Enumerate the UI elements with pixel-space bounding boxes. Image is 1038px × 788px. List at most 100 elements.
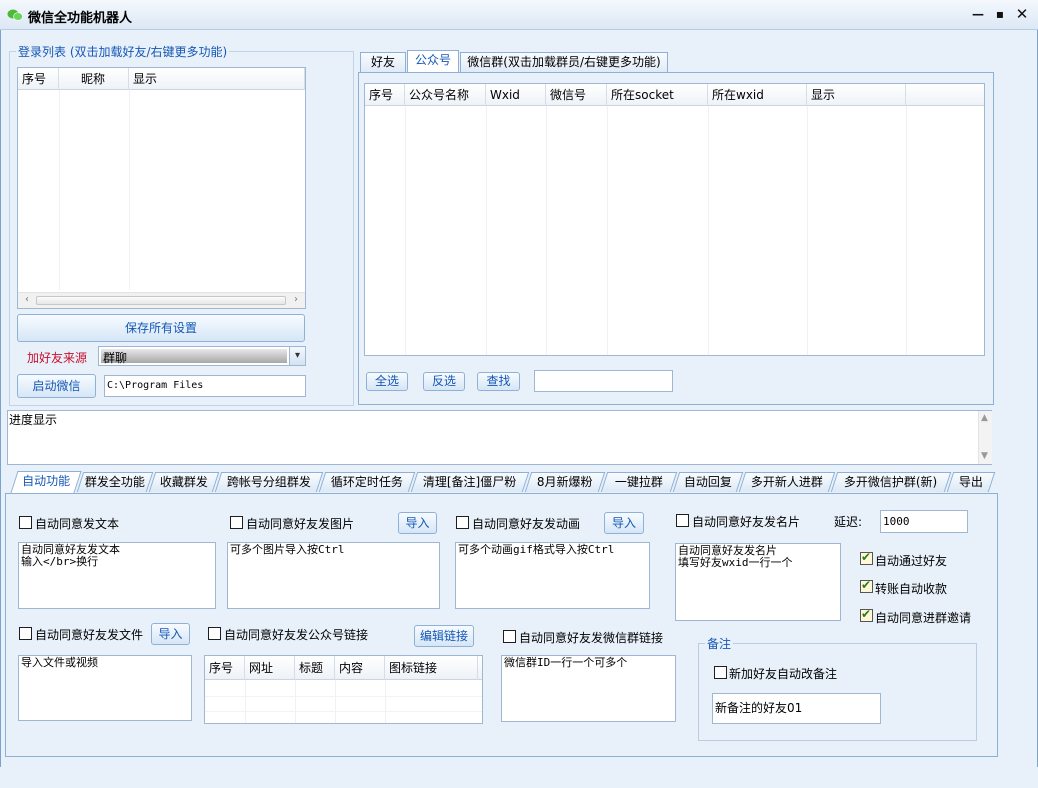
friend-source-value: 群聊 <box>103 351 128 365</box>
delay-input[interactable]: 1000 <box>880 510 968 533</box>
login-col-display[interactable]: 显示 <box>129 68 305 90</box>
chevron-down-icon[interactable]: ▾ <box>289 347 305 365</box>
function-tabs: 自动功能 群发全功能 收藏群发 跨帐号分组群发 循环定时任务 清理[备注]僵尸粉… <box>10 471 1000 494</box>
auto-image-textarea[interactable]: 可多个图片导入按Ctrl <box>227 542 440 609</box>
auto-text-label: 自动同意发文本 <box>35 517 120 531</box>
invert-selection-button[interactable]: 反选 <box>423 372 465 391</box>
auto-group-link-checkbox[interactable] <box>503 630 516 643</box>
maximize-icon[interactable]: ▪ <box>990 5 1010 23</box>
oa-col-name[interactable]: 公众号名称 <box>405 84 486 106</box>
tab-one-click-group[interactable]: 一键拉群 <box>600 472 678 492</box>
save-all-settings-button[interactable]: 保存所有设置 <box>17 314 305 342</box>
auto-invite-checkbox[interactable] <box>860 607 873 622</box>
import-file-button[interactable]: 导入 <box>151 623 190 645</box>
login-col-index[interactable]: 序号 <box>18 68 59 90</box>
tab-august-boost[interactable]: 8月新爆粉 <box>524 472 606 492</box>
start-wechat-button[interactable]: 启动微信 <box>17 374 96 398</box>
auto-text-checkbox[interactable] <box>19 516 32 529</box>
auto-image-label: 自动同意好友发图片 <box>246 517 355 531</box>
link-col-icon-link[interactable]: 图标链接 <box>385 656 478 680</box>
oa-list-header: 序号 公众号名称 Wxid 微信号 所在socket 所在wxid 显示 <box>365 84 984 106</box>
progress-box[interactable]: 进度显示 ▲ ▼ <box>7 410 992 465</box>
close-icon[interactable]: ✕ <box>1012 5 1032 23</box>
auto-pass-label: 自动通过好友 <box>875 554 948 568</box>
official-accounts-listview[interactable]: 序号 公众号名称 Wxid 微信号 所在socket 所在wxid 显示 <box>364 83 985 356</box>
friend-source-select[interactable]: 群聊 ▾ <box>98 346 306 366</box>
auto-anim-checkbox[interactable] <box>456 516 469 529</box>
auto-image-checkbox[interactable] <box>230 516 243 529</box>
auto-file-label: 自动同意好友发文件 <box>35 628 144 642</box>
login-col-nick[interactable]: 昵称 <box>59 68 129 90</box>
auto-file-checkbox[interactable] <box>19 627 32 640</box>
import-image-button[interactable]: 导入 <box>398 512 437 534</box>
tab-mass-send[interactable]: 群发全功能 <box>76 472 154 492</box>
link-col-index[interactable]: 序号 <box>205 656 245 680</box>
tab-loop-tasks[interactable]: 循环定时任务 <box>318 472 416 492</box>
auto-pass-checkbox[interactable] <box>860 550 873 565</box>
select-all-button[interactable]: 全选 <box>366 372 408 391</box>
auto-invite-label: 自动同意进群邀请 <box>875 611 972 625</box>
auto-link-label: 自动同意好友发公众号链接 <box>224 628 369 642</box>
progress-vscrollbar[interactable]: ▲ ▼ <box>978 411 992 464</box>
auto-card-textarea[interactable]: 自动同意好友发名片 填写好友wxid一行一个 <box>675 543 841 621</box>
tab-groups[interactable]: 微信群(双击加载群员/右键更多功能) <box>460 52 668 72</box>
login-hscrollbar[interactable]: ‹ › <box>18 292 305 308</box>
oa-col-display[interactable]: 显示 <box>807 84 906 106</box>
remark-input[interactable]: 新备注的好友01 <box>712 693 881 724</box>
tab-auto-reply[interactable]: 自动回复 <box>672 472 744 492</box>
auto-group-link-textarea[interactable]: 微信群ID一行一个可多个 <box>501 655 676 722</box>
delay-label: 延迟: <box>834 515 863 529</box>
tab-auto-functions[interactable]: 自动功能 <box>10 471 82 493</box>
auto-card-checkbox[interactable] <box>676 514 689 527</box>
friend-source-label: 加好友来源 <box>27 351 88 365</box>
scroll-down-icon[interactable]: ▼ <box>981 451 988 461</box>
link-listview[interactable]: 序号 网址 标题 内容 图标链接 <box>204 655 483 724</box>
contacts-tabs: 好友 公众号 微信群(双击加载群员/右键更多功能) <box>360 50 670 72</box>
auto-group-link-label: 自动同意好友发微信群链接 <box>519 631 664 645</box>
auto-receive-checkbox[interactable] <box>860 578 873 593</box>
tab-favorites-send[interactable]: 收藏群发 <box>148 472 220 492</box>
auto-card-label: 自动同意好友发名片 <box>692 515 801 529</box>
wechat-path-input[interactable]: C:\Program Files (x86)\Tencent\We <box>104 375 306 397</box>
minimize-icon[interactable]: — <box>968 5 988 23</box>
scroll-thumb[interactable] <box>36 296 286 305</box>
login-listview[interactable]: 序号 昵称 显示 ‹ › <box>17 67 306 309</box>
tab-export[interactable]: 导出 <box>946 472 996 492</box>
oa-col-host-wxid[interactable]: 所在wxid <box>708 84 807 106</box>
auto-anim-textarea[interactable]: 可多个动画gif格式导入按Ctrl <box>455 542 650 609</box>
title-bar <box>0 0 1038 30</box>
scroll-right-icon[interactable]: › <box>289 294 303 307</box>
import-anim-button[interactable]: 导入 <box>604 512 644 534</box>
remark-legend: 备注 <box>705 635 734 652</box>
remark-checkbox[interactable] <box>714 666 727 679</box>
scroll-up-icon[interactable]: ▲ <box>981 413 988 423</box>
status-bar <box>0 767 1038 788</box>
tab-friends[interactable]: 好友 <box>360 52 406 72</box>
oa-col-wechat-id[interactable]: 微信号 <box>546 84 607 106</box>
login-legend: 登录列表 (双击加载好友/右键更多功能) <box>16 43 230 60</box>
oa-col-wxid[interactable]: Wxid <box>486 84 546 106</box>
search-button[interactable]: 查找 <box>477 372 520 391</box>
progress-label: 进度显示 <box>9 413 58 427</box>
remark-checkbox-label: 新加好友自动改备注 <box>729 667 838 681</box>
edit-link-button[interactable]: 编辑链接 <box>414 625 474 647</box>
search-input[interactable] <box>534 370 673 392</box>
link-col-url[interactable]: 网址 <box>245 656 295 680</box>
auto-receive-label: 转账自动收款 <box>875 582 948 596</box>
auto-text-textarea[interactable]: 自动同意好友发文本 输入</br>换行 <box>18 542 216 609</box>
auto-anim-label: 自动同意好友发动画 <box>472 517 581 531</box>
oa-col-index[interactable]: 序号 <box>365 84 405 106</box>
scroll-left-icon[interactable]: ‹ <box>20 294 34 307</box>
tab-multi-newcomer[interactable]: 多开新人进群 <box>738 472 836 492</box>
link-list-header: 序号 网址 标题 内容 图标链接 <box>205 656 482 680</box>
tab-multi-guard-group[interactable]: 多开微信护群(新) <box>830 472 952 492</box>
tab-cross-account-send[interactable]: 跨帐号分组群发 <box>214 472 324 492</box>
link-col-content[interactable]: 内容 <box>335 656 385 680</box>
tab-official-accounts[interactable]: 公众号 <box>407 50 459 72</box>
remark-group <box>698 643 977 741</box>
link-col-title[interactable]: 标题 <box>295 656 335 680</box>
oa-col-socket[interactable]: 所在socket <box>607 84 708 106</box>
tab-clean-zombie[interactable]: 清理[备注]僵尸粉 <box>410 472 530 492</box>
auto-file-textarea[interactable]: 导入文件或视频 <box>18 655 192 721</box>
auto-link-checkbox[interactable] <box>208 627 221 640</box>
